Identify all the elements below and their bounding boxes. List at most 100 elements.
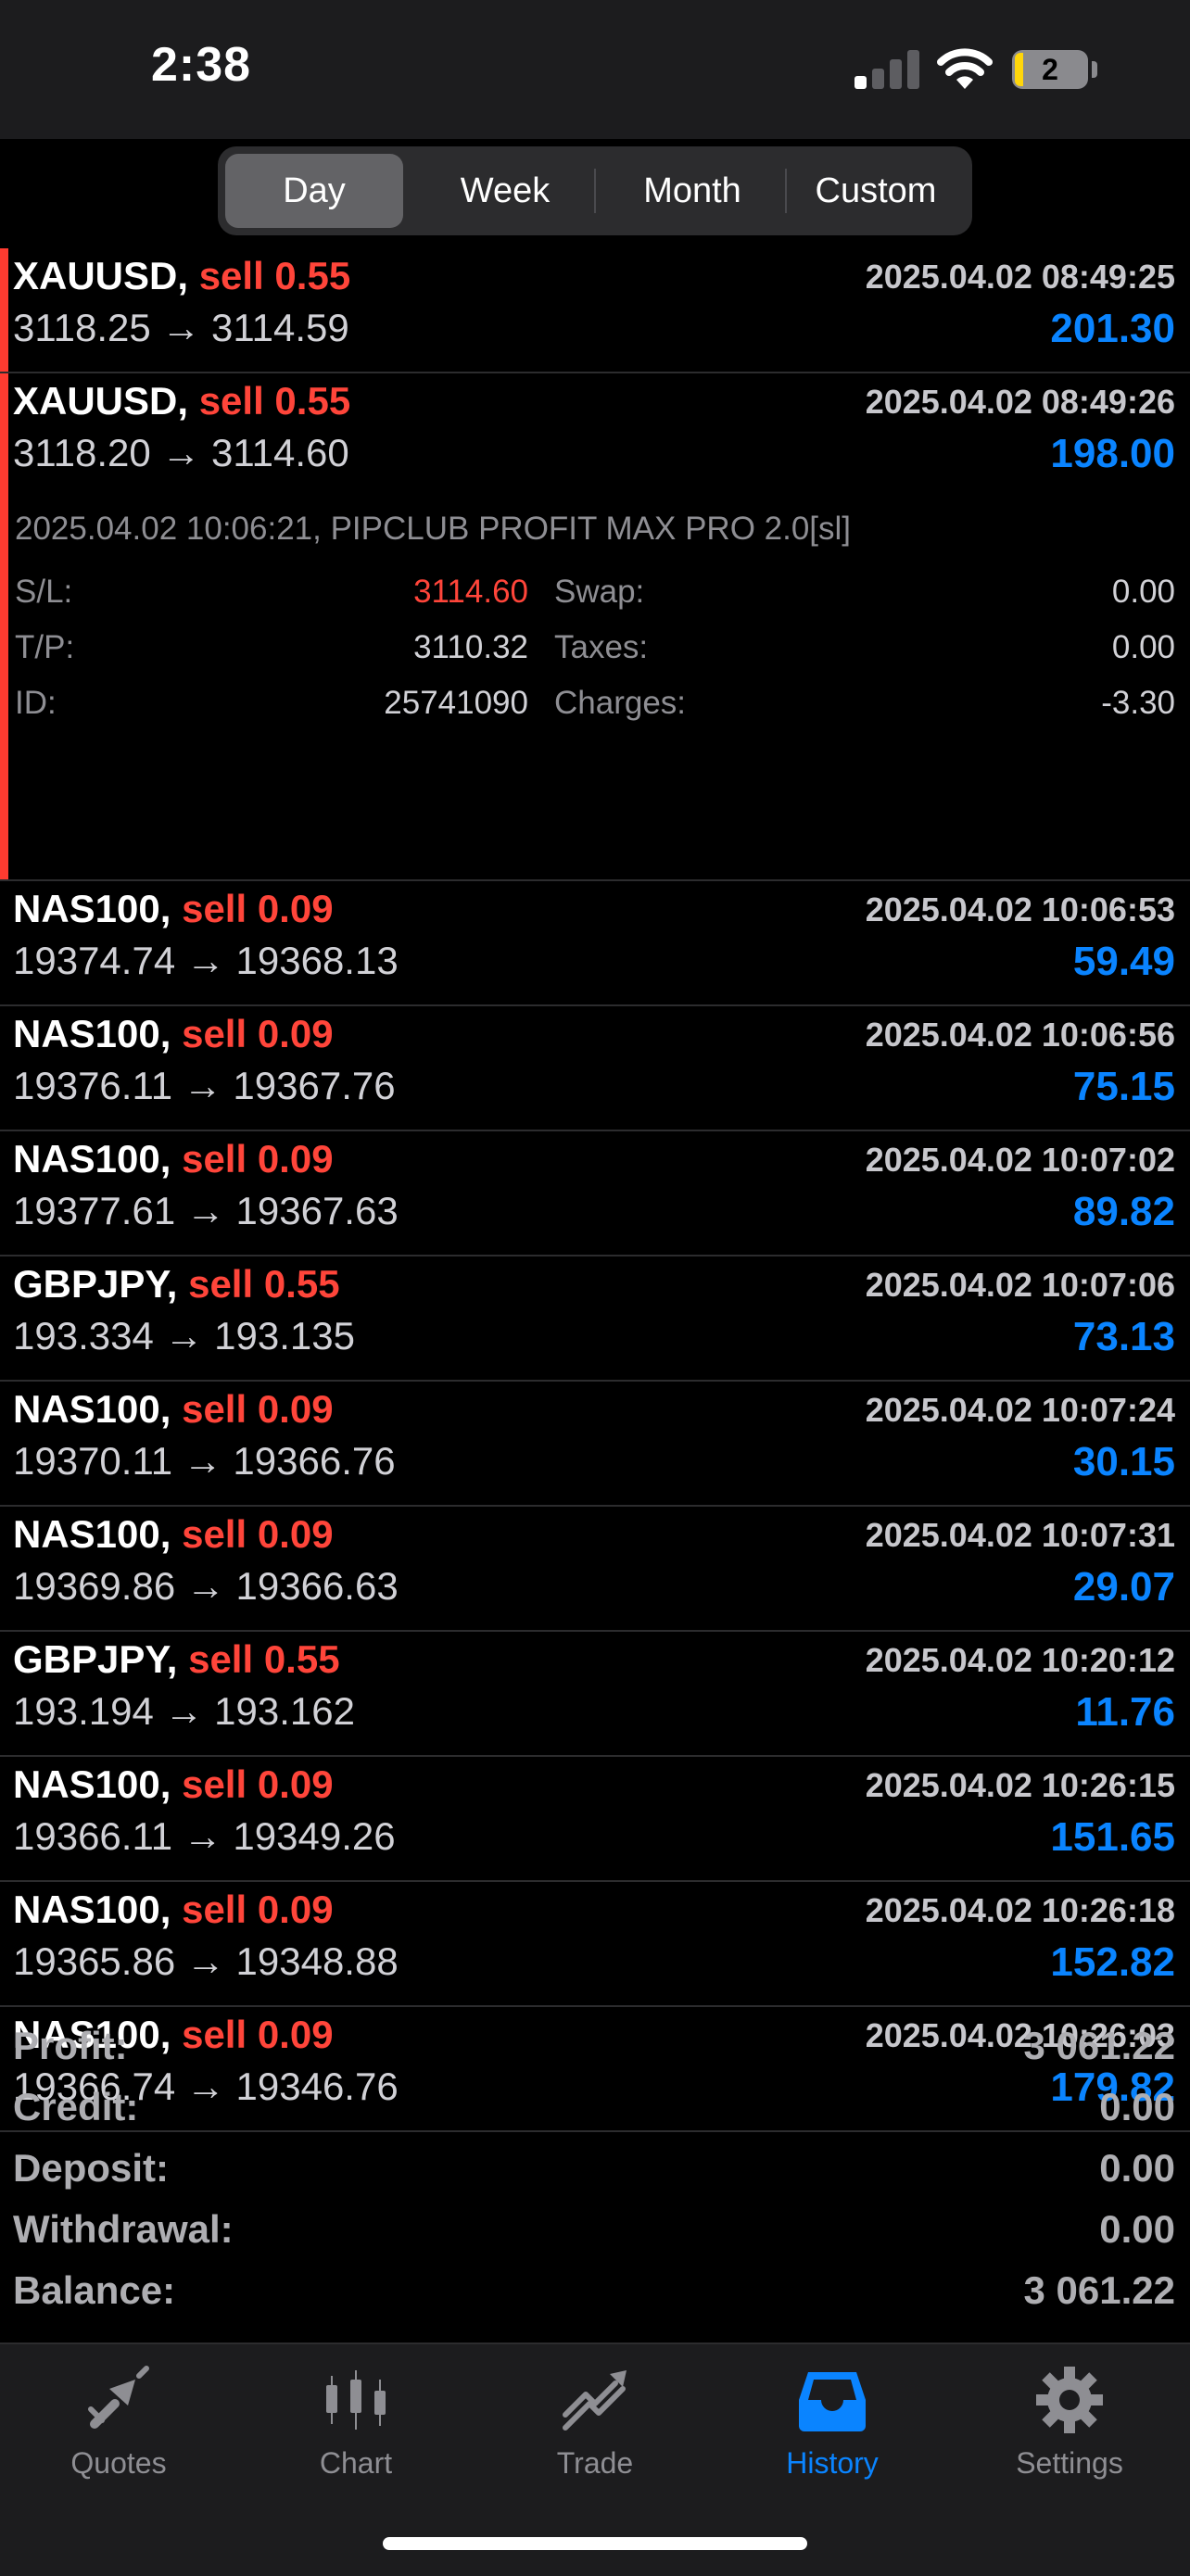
- deal-symbol: XAUUSD,: [13, 254, 189, 297]
- tab-label: History: [786, 2446, 879, 2480]
- deal-row[interactable]: NAS100, sell 0.09 2025.04.02 10:06:53 19…: [0, 881, 1190, 1006]
- gear-icon: [1036, 2367, 1103, 2433]
- swap-label: Swap:: [554, 574, 645, 610]
- tab-history[interactable]: History: [740, 2363, 925, 2502]
- deal-direction: sell 0.09: [182, 1012, 334, 1055]
- deal-prices: 193.334 → 193.135: [13, 1314, 355, 1357]
- deal-profit: 151.65: [1050, 1814, 1175, 1860]
- deal-row[interactable]: XAUUSD, sell 0.55 2025.04.02 08:49:25 31…: [0, 248, 1190, 373]
- chart-candles-icon: [326, 2370, 386, 2430]
- segment-custom[interactable]: Custom: [787, 154, 965, 228]
- deal-prices: 19369.86 → 19366.63: [13, 1564, 399, 1608]
- wifi-icon: [937, 48, 993, 89]
- deal-profit: 201.30: [1050, 306, 1175, 351]
- segment-day[interactable]: Day: [225, 154, 403, 228]
- tab-label: Chart: [319, 2446, 393, 2480]
- summary-profit: Profit: 3 061.22: [0, 2020, 1190, 2081]
- deal-row[interactable]: NAS100, sell 0.09 2025.04.02 10:26:15 19…: [0, 1757, 1190, 1882]
- deal-profit: 11.76: [1075, 1689, 1175, 1735]
- battery-tip: [1092, 61, 1097, 78]
- charges-value: -3.30: [1101, 685, 1175, 721]
- deal-symbol: NAS100,: [13, 1012, 171, 1055]
- deal-row[interactable]: NAS100, sell 0.09 2025.04.02 10:06:56 19…: [0, 1006, 1190, 1131]
- sl-value: 3114.60: [413, 574, 528, 610]
- tab-label: Quotes: [70, 2446, 167, 2480]
- deal-direction: sell 0.55: [198, 254, 351, 297]
- battery-icon: 2: [1012, 50, 1088, 89]
- tab-trade[interactable]: Trade: [502, 2363, 688, 2502]
- deal-direction: sell 0.09: [182, 1512, 334, 1556]
- deal-symbol: GBPJPY,: [13, 1637, 178, 1681]
- deal-profit: 59.49: [1072, 939, 1175, 984]
- deal-prices: 3118.25 → 3114.59: [13, 306, 349, 349]
- summary-label: Withdrawal:: [13, 2207, 234, 2251]
- deal-prices: 193.194 → 193.162: [13, 1689, 355, 1733]
- summary-value: 0.00: [1099, 2085, 1175, 2128]
- deal-time: 2025.04.02 10:26:18: [865, 1891, 1175, 1929]
- home-indicator[interactable]: [383, 2537, 807, 2550]
- history-inbox-icon: [799, 2372, 866, 2431]
- status-time: 2:38: [151, 38, 252, 92]
- deal-symbol: NAS100,: [13, 1387, 171, 1431]
- deal-row[interactable]: NAS100, sell 0.09 2025.04.02 10:07:31 19…: [0, 1507, 1190, 1632]
- deal-direction: sell 0.09: [182, 1888, 334, 1931]
- deal-time: 2025.04.02 10:06:53: [865, 890, 1175, 928]
- deal-time: 2025.04.02 10:26:15: [865, 1766, 1175, 1804]
- deal-time: 2025.04.02 10:07:02: [865, 1141, 1175, 1179]
- deal-row[interactable]: NAS100, sell 0.09 2025.04.02 10:07:02 19…: [0, 1131, 1190, 1256]
- deal-profit: 89.82: [1072, 1189, 1175, 1234]
- deal-prices: 19365.86 → 19348.88: [13, 1939, 399, 1983]
- deal-profit: 29.07: [1072, 1564, 1175, 1610]
- deal-direction: sell 0.09: [182, 887, 334, 930]
- deal-symbol: NAS100,: [13, 1762, 171, 1806]
- deal-profit: 73.13: [1072, 1314, 1175, 1359]
- deal-time: 2025.04.02 10:20:12: [865, 1641, 1175, 1679]
- deal-direction: sell 0.55: [188, 1262, 340, 1306]
- trade-icon: [563, 2370, 627, 2431]
- id-label: ID:: [15, 685, 57, 721]
- deal-prices: 19370.11 → 19366.76: [13, 1439, 396, 1483]
- summary-label: Deposit:: [13, 2146, 169, 2190]
- summary-credit: Credit: 0.00: [0, 2081, 1190, 2142]
- deal-time: 2025.04.02 08:49:25: [865, 258, 1175, 296]
- deal-time: 2025.04.02 10:07:31: [865, 1516, 1175, 1554]
- deal-direction: sell 0.55: [188, 1637, 340, 1681]
- deal-time: 2025.04.02 08:49:26: [865, 383, 1175, 421]
- deal-row[interactable]: GBPJPY, sell 0.55 2025.04.02 10:07:06 19…: [0, 1256, 1190, 1382]
- deal-profit: 75.15: [1072, 1064, 1175, 1109]
- deal-row[interactable]: GBPJPY, sell 0.55 2025.04.02 10:20:12 19…: [0, 1632, 1190, 1757]
- id-value: 25741090: [384, 685, 528, 721]
- summary-value: 3 061.22: [1023, 2024, 1176, 2067]
- summary-label: Profit:: [13, 2024, 128, 2067]
- deal-profit: 30.15: [1072, 1439, 1175, 1484]
- tab-label: Settings: [1016, 2446, 1123, 2480]
- deal-row[interactable]: NAS100, sell 0.09 2025.04.02 10:26:18 19…: [0, 1882, 1190, 2007]
- period-segmented-control: Day Week Month Custom: [218, 146, 972, 235]
- battery-level: 2: [1042, 53, 1058, 86]
- deal-row[interactable]: NAS100, sell 0.09 2025.04.02 10:07:24 19…: [0, 1382, 1190, 1507]
- deal-symbol: NAS100,: [13, 887, 171, 930]
- sl-label: S/L:: [15, 574, 73, 610]
- segment-week[interactable]: Week: [412, 154, 598, 228]
- tab-chart[interactable]: Chart: [263, 2363, 449, 2502]
- deals-list: XAUUSD, sell 0.55 2025.04.02 08:49:25 31…: [0, 248, 1190, 2132]
- status-bar: 2:38 2: [0, 0, 1190, 139]
- deal-prices: 19377.61 → 19367.63: [13, 1189, 399, 1232]
- swap-value: 0.00: [1111, 574, 1175, 610]
- summary-balance: Balance: 3 061.22: [0, 2265, 1190, 2326]
- deal-prices: 19376.11 → 19367.76: [13, 1064, 396, 1107]
- tab-quotes[interactable]: Quotes: [26, 2363, 211, 2502]
- deal-prices: 19366.11 → 19349.26: [13, 1814, 396, 1858]
- charges-label: Charges:: [554, 685, 687, 721]
- deal-row-expanded[interactable]: XAUUSD, sell 0.55 2025.04.02 08:49:26 31…: [0, 373, 1190, 881]
- tab-label: Trade: [556, 2446, 634, 2480]
- tab-settings[interactable]: Settings: [977, 2363, 1162, 2502]
- deal-time: 2025.04.02 10:07:06: [865, 1266, 1175, 1304]
- summary-value: 0.00: [1099, 2207, 1175, 2251]
- deal-profit: 152.82: [1050, 1939, 1175, 1985]
- summary-label: Credit:: [13, 2085, 139, 2128]
- segment-month[interactable]: Month: [600, 154, 785, 228]
- deal-symbol: NAS100,: [13, 1888, 171, 1931]
- deal-symbol: NAS100,: [13, 1137, 171, 1181]
- quotes-icon: [88, 2366, 149, 2429]
